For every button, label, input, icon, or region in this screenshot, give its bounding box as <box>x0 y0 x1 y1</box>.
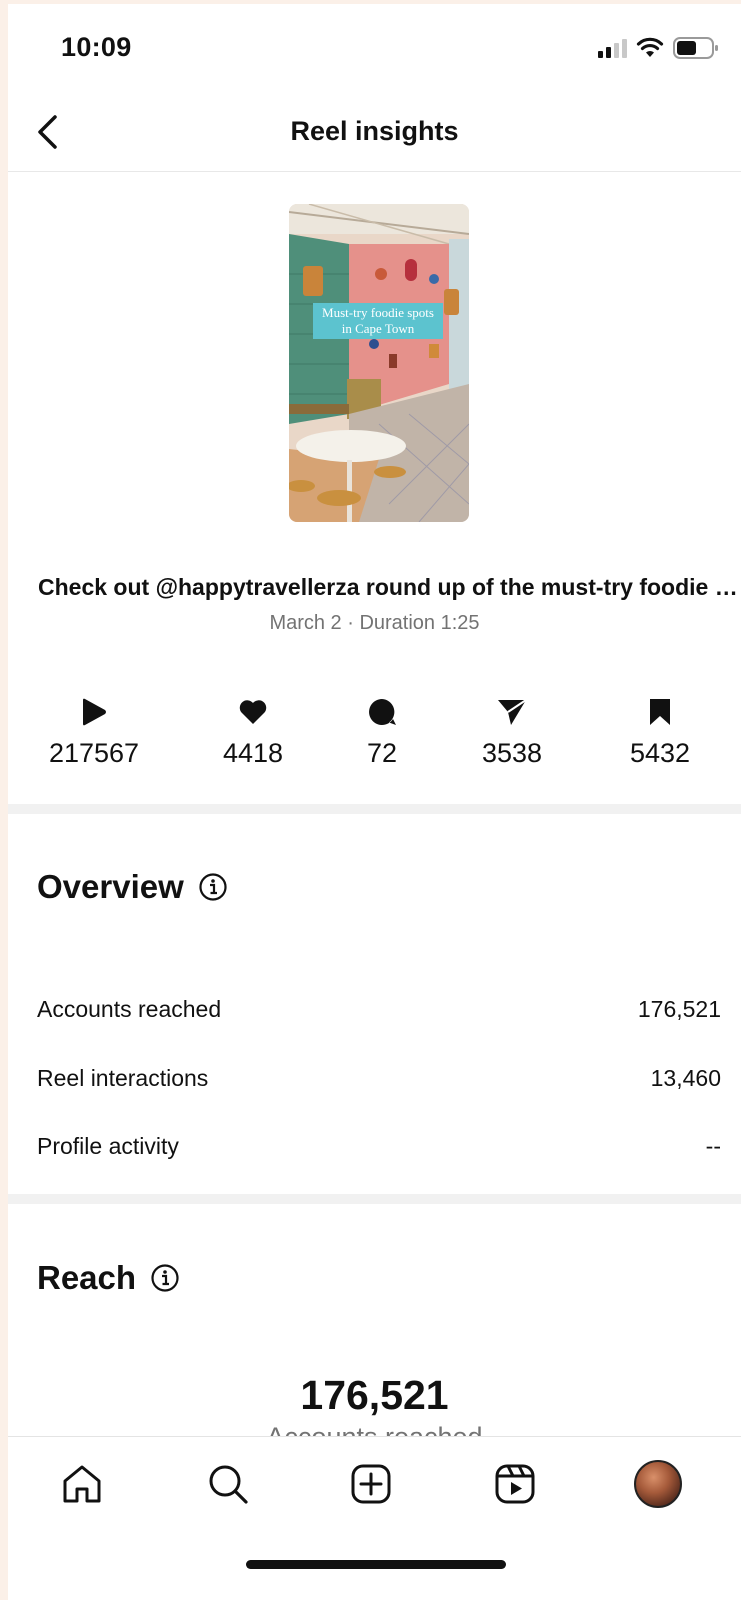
bottom-tab-bar <box>8 1436 741 1600</box>
saves-count: 5432 <box>629 738 691 768</box>
reel-meta: March 2 · Duration 1:25 <box>269 612 480 634</box>
engagement-stats: 217567 4418 72 3538 5432 <box>8 694 741 774</box>
home-indicator <box>246 1560 506 1569</box>
profile-avatar <box>634 1460 682 1508</box>
reels-icon <box>495 1464 535 1504</box>
overview-title: Overview <box>37 868 184 905</box>
tab-search[interactable] <box>203 1459 253 1509</box>
wifi-icon <box>636 37 664 57</box>
section-divider <box>8 804 741 814</box>
overview-row-accounts-reached[interactable]: Accounts reached 176,521 <box>37 996 721 1023</box>
phone-screen: 10:09 Reel insights Must-try foodie spot… <box>8 4 741 1600</box>
nav-bar: Reel insights <box>8 92 741 172</box>
info-icon[interactable] <box>198 872 228 902</box>
overview-heading: Overview <box>37 868 228 906</box>
reach-value: 176,521 <box>300 1372 449 1418</box>
plays-stat: 217567 <box>14 694 174 769</box>
reel-caption: Check out @happytravellerza round up of … <box>38 574 738 600</box>
plays-count: 217567 <box>48 738 140 768</box>
info-icon[interactable] <box>150 1263 180 1293</box>
bookmark-icon <box>650 699 670 725</box>
row-value: -- <box>705 1133 721 1159</box>
row-label: Accounts reached <box>37 996 222 1022</box>
status-bar: 10:09 <box>8 4 741 92</box>
cellular-signal-icon <box>598 38 627 58</box>
reel-thumbnail-image <box>289 204 469 522</box>
search-icon <box>209 1465 248 1504</box>
tab-profile[interactable] <box>633 1459 683 1509</box>
play-icon <box>83 698 106 726</box>
overview-row-profile-activity[interactable]: Profile activity -- <box>37 1133 721 1160</box>
row-value: 176,521 <box>637 996 721 1022</box>
reach-title: Reach <box>37 1259 137 1296</box>
create-icon <box>351 1464 391 1504</box>
tab-reels[interactable] <box>490 1459 540 1509</box>
heart-icon <box>239 700 267 724</box>
tab-home[interactable] <box>57 1459 107 1509</box>
row-label: Reel interactions <box>37 1065 209 1091</box>
battery-icon <box>673 37 718 59</box>
status-icons <box>598 37 719 59</box>
section-divider <box>8 1194 741 1204</box>
saves-stat: 5432 <box>580 694 740 769</box>
row-label: Profile activity <box>37 1133 179 1159</box>
comment-icon <box>369 699 396 725</box>
status-time: 10:09 <box>61 32 132 62</box>
send-icon <box>498 699 527 725</box>
reel-thumbnail[interactable]: Must-try foodie spots in Cape Town <box>289 204 469 522</box>
page-title: Reel insights <box>290 116 459 146</box>
reach-heading: Reach <box>37 1259 180 1297</box>
shares-count: 3538 <box>481 738 543 768</box>
tab-create[interactable] <box>346 1459 396 1509</box>
thumbnail-overlay-text: Must-try foodie spots in Cape Town <box>313 303 443 339</box>
row-value: 13,460 <box>650 1065 721 1091</box>
shares-stat: 3538 <box>432 694 592 769</box>
overview-row-reel-interactions[interactable]: Reel interactions 13,460 <box>37 1065 721 1092</box>
home-icon <box>63 1465 101 1503</box>
